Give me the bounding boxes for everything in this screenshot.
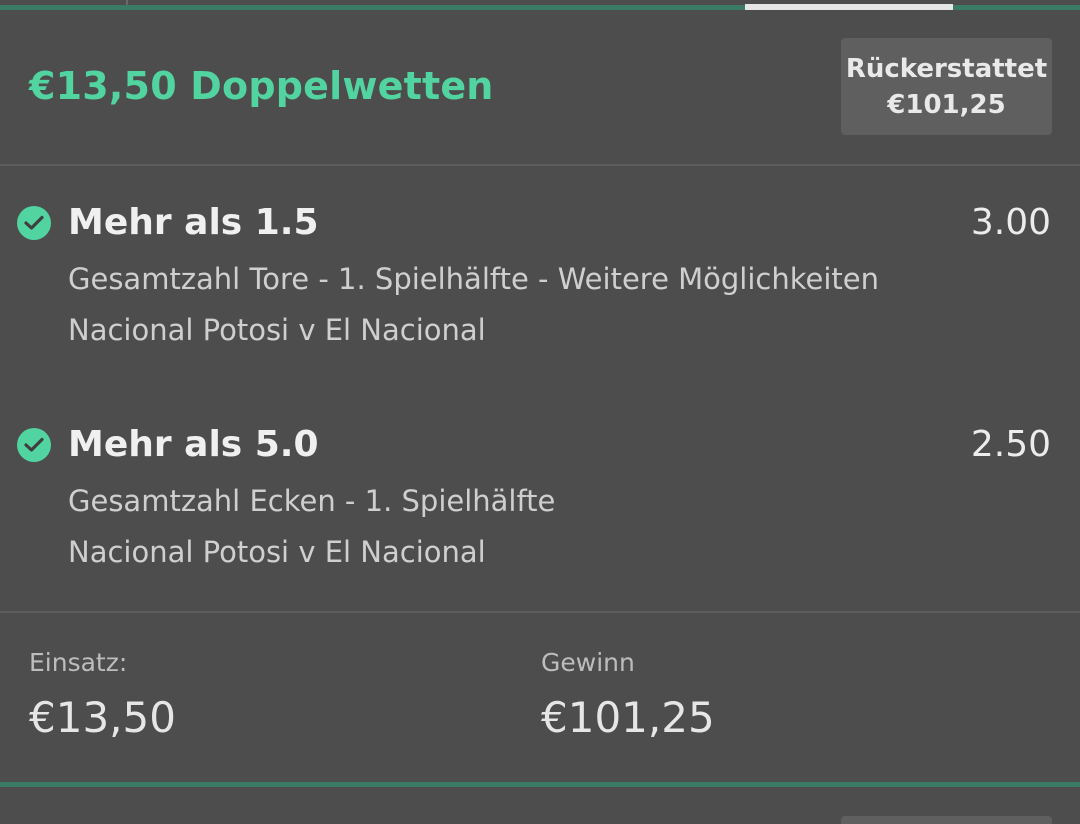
selection-market: Gesamtzahl Ecken - 1. Spielhälfte bbox=[68, 484, 556, 518]
refund-amount: €101,25 bbox=[887, 89, 1006, 120]
selection-name: Mehr als 5.0 bbox=[68, 424, 319, 465]
selection-odds: 2.50 bbox=[970, 424, 1051, 465]
selection-event: Nacional Potosi v El Nacional bbox=[68, 535, 486, 569]
selection-market: Gesamtzahl Tore - 1. Spielhälfte - Weite… bbox=[68, 262, 879, 296]
bet-header[interactable]: €13,50 Doppelwetten Rückerstattet €101,2… bbox=[0, 10, 1080, 165]
selection-odds: 3.00 bbox=[970, 202, 1051, 243]
card-separator bbox=[0, 782, 1080, 787]
refund-badge: Rückerstattet €101,25 bbox=[841, 38, 1052, 135]
next-card-refund-badge bbox=[841, 816, 1052, 824]
refund-label: Rückerstattet bbox=[845, 53, 1048, 84]
stake-label: Einsatz: bbox=[29, 648, 128, 677]
footer-divider bbox=[0, 611, 1080, 613]
winnings-value: €101,25 bbox=[541, 693, 715, 742]
selection-item: Mehr als 1.5 3.00 Gesamtzahl Tore - 1. S… bbox=[0, 165, 1080, 385]
bet-title: €13,50 Doppelwetten bbox=[29, 64, 494, 108]
selection-item: Mehr als 5.0 2.50 Gesamtzahl Ecken - 1. … bbox=[0, 387, 1080, 607]
winnings-label: Gewinn bbox=[541, 648, 635, 677]
bet-history-card: €13,50 Doppelwetten Rückerstattet €101,2… bbox=[0, 0, 1080, 824]
check-circle-icon bbox=[17, 428, 51, 462]
stake-value: €13,50 bbox=[29, 693, 176, 742]
check-circle-icon bbox=[17, 206, 51, 240]
selection-name: Mehr als 1.5 bbox=[68, 202, 319, 243]
selection-event: Nacional Potosi v El Nacional bbox=[68, 313, 486, 347]
tab-strip bbox=[0, 0, 1080, 10]
